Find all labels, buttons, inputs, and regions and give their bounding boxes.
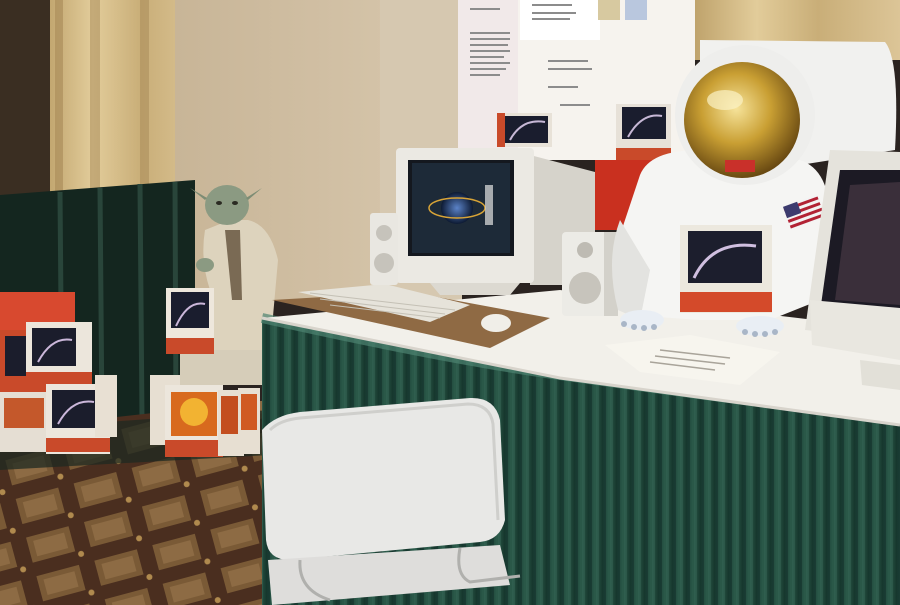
software-box-icon [616,104,671,160]
speaker-icon [562,232,618,316]
booth-scene-svg [0,0,900,605]
white-chair-icon [262,397,521,605]
mouse-icon [825,355,855,373]
software-box-icon [497,113,552,147]
speaker-icon [370,213,398,285]
software-box-icon [166,288,214,354]
mouse-icon [481,314,511,332]
floor-boxes-icon [150,375,260,457]
booth-photo [0,0,900,605]
